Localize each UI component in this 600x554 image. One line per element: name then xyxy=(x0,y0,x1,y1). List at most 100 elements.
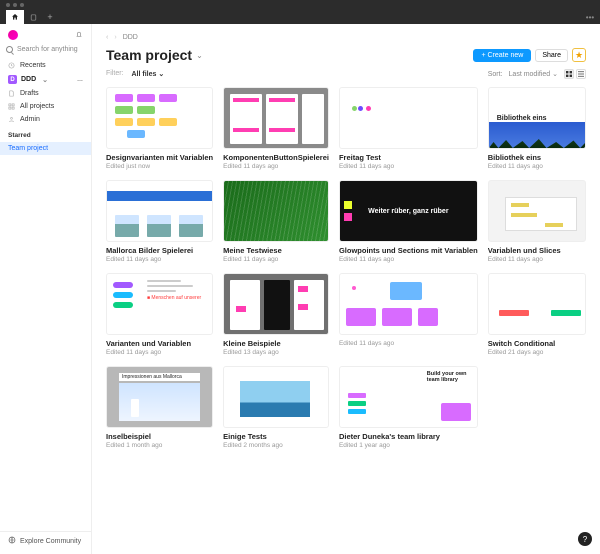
chevron-down-icon: ⌄ xyxy=(552,71,558,78)
file-meta: Edited 11 days ago xyxy=(488,163,586,170)
help-button[interactable]: ? xyxy=(578,532,592,546)
file-thumbnail xyxy=(223,366,329,428)
file-card[interactable]: Edited 11 days ago xyxy=(339,273,478,356)
search-icon xyxy=(6,46,13,53)
starred-team-project[interactable]: Team project xyxy=(0,142,91,155)
search-input[interactable]: Search for anything xyxy=(6,46,85,53)
file-thumbnail xyxy=(106,87,213,149)
list-view-toggle[interactable] xyxy=(576,69,586,79)
share-button[interactable]: Share xyxy=(535,49,568,62)
team-name: DDD xyxy=(21,76,36,83)
nav-recents[interactable]: Recents xyxy=(0,59,91,72)
file-meta: Edited just now xyxy=(106,163,213,170)
file-thumbnail xyxy=(223,180,329,242)
file-card[interactable]: Variablen und SlicesEdited 11 days ago xyxy=(488,180,586,263)
file-meta: Edited 11 days ago xyxy=(339,340,478,347)
file-meta: Edited 1 year ago xyxy=(339,442,478,449)
traffic-lights[interactable] xyxy=(6,3,24,7)
file-thumbnail: ■ Menschen auf unserer xyxy=(106,273,213,335)
filter-value[interactable]: All files ⌄ xyxy=(132,70,165,78)
file-thumbnail: Impressionen aus Mallorca xyxy=(106,366,213,428)
clock-icon xyxy=(8,62,15,69)
chevron-down-icon: ⌄ xyxy=(42,76,48,84)
nav-drafts[interactable]: Drafts xyxy=(0,87,91,100)
file-card[interactable]: Kleine BeispieleEdited 13 days ago xyxy=(223,273,329,356)
file-meta: Edited 11 days ago xyxy=(106,256,213,263)
file-card[interactable]: Freitag TestEdited 11 days ago xyxy=(339,87,478,170)
explore-community-link[interactable]: Explore Community xyxy=(0,531,91,550)
file-title: Bibliothek eins xyxy=(488,153,586,162)
page-title: Team project xyxy=(106,47,192,63)
file-title: Dieter Duneka's team library xyxy=(339,432,478,441)
grid-view-toggle[interactable] xyxy=(564,69,574,79)
file-card[interactable]: Designvarianten mit VariablenEdited just… xyxy=(106,87,213,170)
file-title: Einige Tests xyxy=(223,432,329,441)
file-card[interactable]: Meine TestwieseEdited 11 days ago xyxy=(223,180,329,263)
new-tab-button[interactable]: + xyxy=(42,10,58,24)
file-title: Kleine Beispiele xyxy=(223,339,329,348)
title-menu-chevron[interactable]: ⌄ xyxy=(196,51,203,60)
content-area: ‹ › DDD Team project ⌄ + Create new Shar… xyxy=(92,24,600,554)
breadcrumb-item[interactable]: DDD xyxy=(123,34,138,41)
figjam-tab[interactable] xyxy=(24,10,42,24)
breadcrumb: ‹ › DDD xyxy=(106,34,586,41)
tab-strip: + ••• xyxy=(0,10,600,24)
file-title: Variablen und Slices xyxy=(488,246,586,255)
chevron-down-icon: ⌄ xyxy=(158,71,164,78)
file-title: Designvarianten mit Variablen xyxy=(106,153,213,162)
file-thumbnail: Build your own team library xyxy=(339,366,478,428)
nav-label: Drafts xyxy=(20,90,39,97)
file-card[interactable]: KomponentenButtonSpielereiEdited 11 days… xyxy=(223,87,329,170)
file-thumbnail: Weiter rüber, ganz rüber xyxy=(339,180,478,242)
file-title: Glowpoints und Sections mit Variablen xyxy=(339,246,478,255)
sort-label: Sort: xyxy=(488,71,503,78)
home-tab[interactable] xyxy=(6,10,24,24)
person-icon xyxy=(8,116,15,123)
file-thumbnail xyxy=(339,273,478,335)
user-avatar[interactable] xyxy=(8,30,18,40)
file-meta: Edited 11 days ago xyxy=(223,163,329,170)
file-title: Meine Testwiese xyxy=(223,246,329,255)
search-placeholder: Search for anything xyxy=(17,46,78,53)
nav-admin[interactable]: Admin xyxy=(0,113,91,126)
file-card[interactable]: Switch ConditionalEdited 21 days ago xyxy=(488,273,586,356)
notifications-icon[interactable] xyxy=(75,30,83,40)
file-title: Varianten und Variablen xyxy=(106,339,213,348)
file-meta: Edited 11 days ago xyxy=(223,256,329,263)
file-meta: Edited 11 days ago xyxy=(106,349,213,356)
file-thumbnail xyxy=(223,273,329,335)
breadcrumb-back-icon[interactable]: ‹ xyxy=(106,34,108,41)
file-thumbnail xyxy=(488,180,586,242)
file-card[interactable]: Weiter rüber, ganz rüber Glowpoints und S… xyxy=(339,180,478,263)
file-thumbnail xyxy=(223,87,329,149)
nav-label: Team project xyxy=(8,145,48,152)
footer-label: Explore Community xyxy=(20,538,81,545)
macos-titlebar xyxy=(0,0,600,10)
create-new-button[interactable]: + Create new xyxy=(473,49,531,62)
file-title: Freitag Test xyxy=(339,153,478,162)
nav-all-projects[interactable]: All projects xyxy=(0,100,91,113)
doc-icon xyxy=(30,14,37,21)
file-grid: Designvarianten mit VariablenEdited just… xyxy=(106,87,586,449)
file-thumbnail xyxy=(106,180,213,242)
nav-label: Recents xyxy=(20,62,46,69)
team-switcher[interactable]: D DDD ⌄ … xyxy=(0,72,91,87)
file-card[interactable]: Mallorca Bilder SpielereiEdited 11 days … xyxy=(106,180,213,263)
file-card[interactable]: ■ Menschen auf unserer Varianten und Vari… xyxy=(106,273,213,356)
filter-label: Filter: xyxy=(106,70,124,78)
sort-value[interactable]: Last modified ⌄ xyxy=(509,70,558,78)
file-meta: Edited 21 days ago xyxy=(488,349,586,356)
grid-icon xyxy=(8,103,15,110)
tab-overflow-menu[interactable]: ••• xyxy=(580,10,600,24)
file-card[interactable]: Einige TestsEdited 2 months ago xyxy=(223,366,329,449)
file-card[interactable]: Build your own team library Dieter Duneka… xyxy=(339,366,478,449)
file-card[interactable]: Impressionen aus Mallorca InselbeispielEd… xyxy=(106,366,213,449)
star-project-button[interactable]: ★ xyxy=(572,48,586,62)
file-meta: Edited 2 months ago xyxy=(223,442,329,449)
file-meta: Edited 1 month ago xyxy=(106,442,213,449)
file-meta: Edited 13 days ago xyxy=(223,349,329,356)
file-title: Inselbeispiel xyxy=(106,432,213,441)
starred-section-header: Starred xyxy=(0,126,91,142)
nav-label: Admin xyxy=(20,116,40,123)
file-card[interactable]: Bibliothek einsBibliothek einsEdited 11 … xyxy=(488,87,586,170)
